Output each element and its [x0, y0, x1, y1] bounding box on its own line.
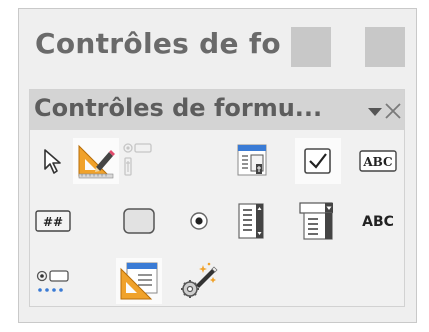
- wizards-icon[interactable]: [176, 258, 222, 304]
- formatted-field-label: ##: [43, 215, 63, 229]
- design-mode-icon[interactable]: [73, 138, 119, 184]
- text-box-icon[interactable]: ABC: [355, 138, 401, 184]
- list-box-icon[interactable]: [230, 198, 276, 244]
- combo-box-icon[interactable]: [295, 198, 341, 244]
- toolbar-title: Contrôles de formu...: [34, 94, 323, 122]
- titlebar-button[interactable]: [365, 27, 405, 67]
- toolbar-header: Contrôles de formu...: [30, 90, 404, 130]
- close-icon[interactable]: [382, 98, 404, 122]
- window-title: Contrôles de fo: [35, 27, 281, 60]
- form-controls-toolbar: Contrôles de formu... ABC ## ABC: [29, 89, 405, 307]
- form-design-icon[interactable]: [230, 138, 276, 184]
- select-pointer-icon[interactable]: [30, 138, 76, 184]
- option-button-disabled-icon: [116, 138, 162, 184]
- option-button-icon[interactable]: [176, 198, 222, 244]
- more-controls-icon[interactable]: [30, 258, 76, 304]
- titlebar-button[interactable]: [291, 27, 331, 67]
- push-button-icon[interactable]: [116, 198, 162, 244]
- checkbox-icon[interactable]: [295, 138, 341, 184]
- floating-panel: Contrôles de fo Contrôles de formu... AB…: [18, 8, 417, 323]
- label-field-label: ABC: [362, 214, 394, 230]
- formatted-field-icon[interactable]: ##: [30, 198, 76, 244]
- form-design-mode-icon[interactable]: [116, 258, 162, 304]
- label-field-icon[interactable]: ABC: [355, 198, 401, 244]
- text-box-label: ABC: [362, 155, 392, 169]
